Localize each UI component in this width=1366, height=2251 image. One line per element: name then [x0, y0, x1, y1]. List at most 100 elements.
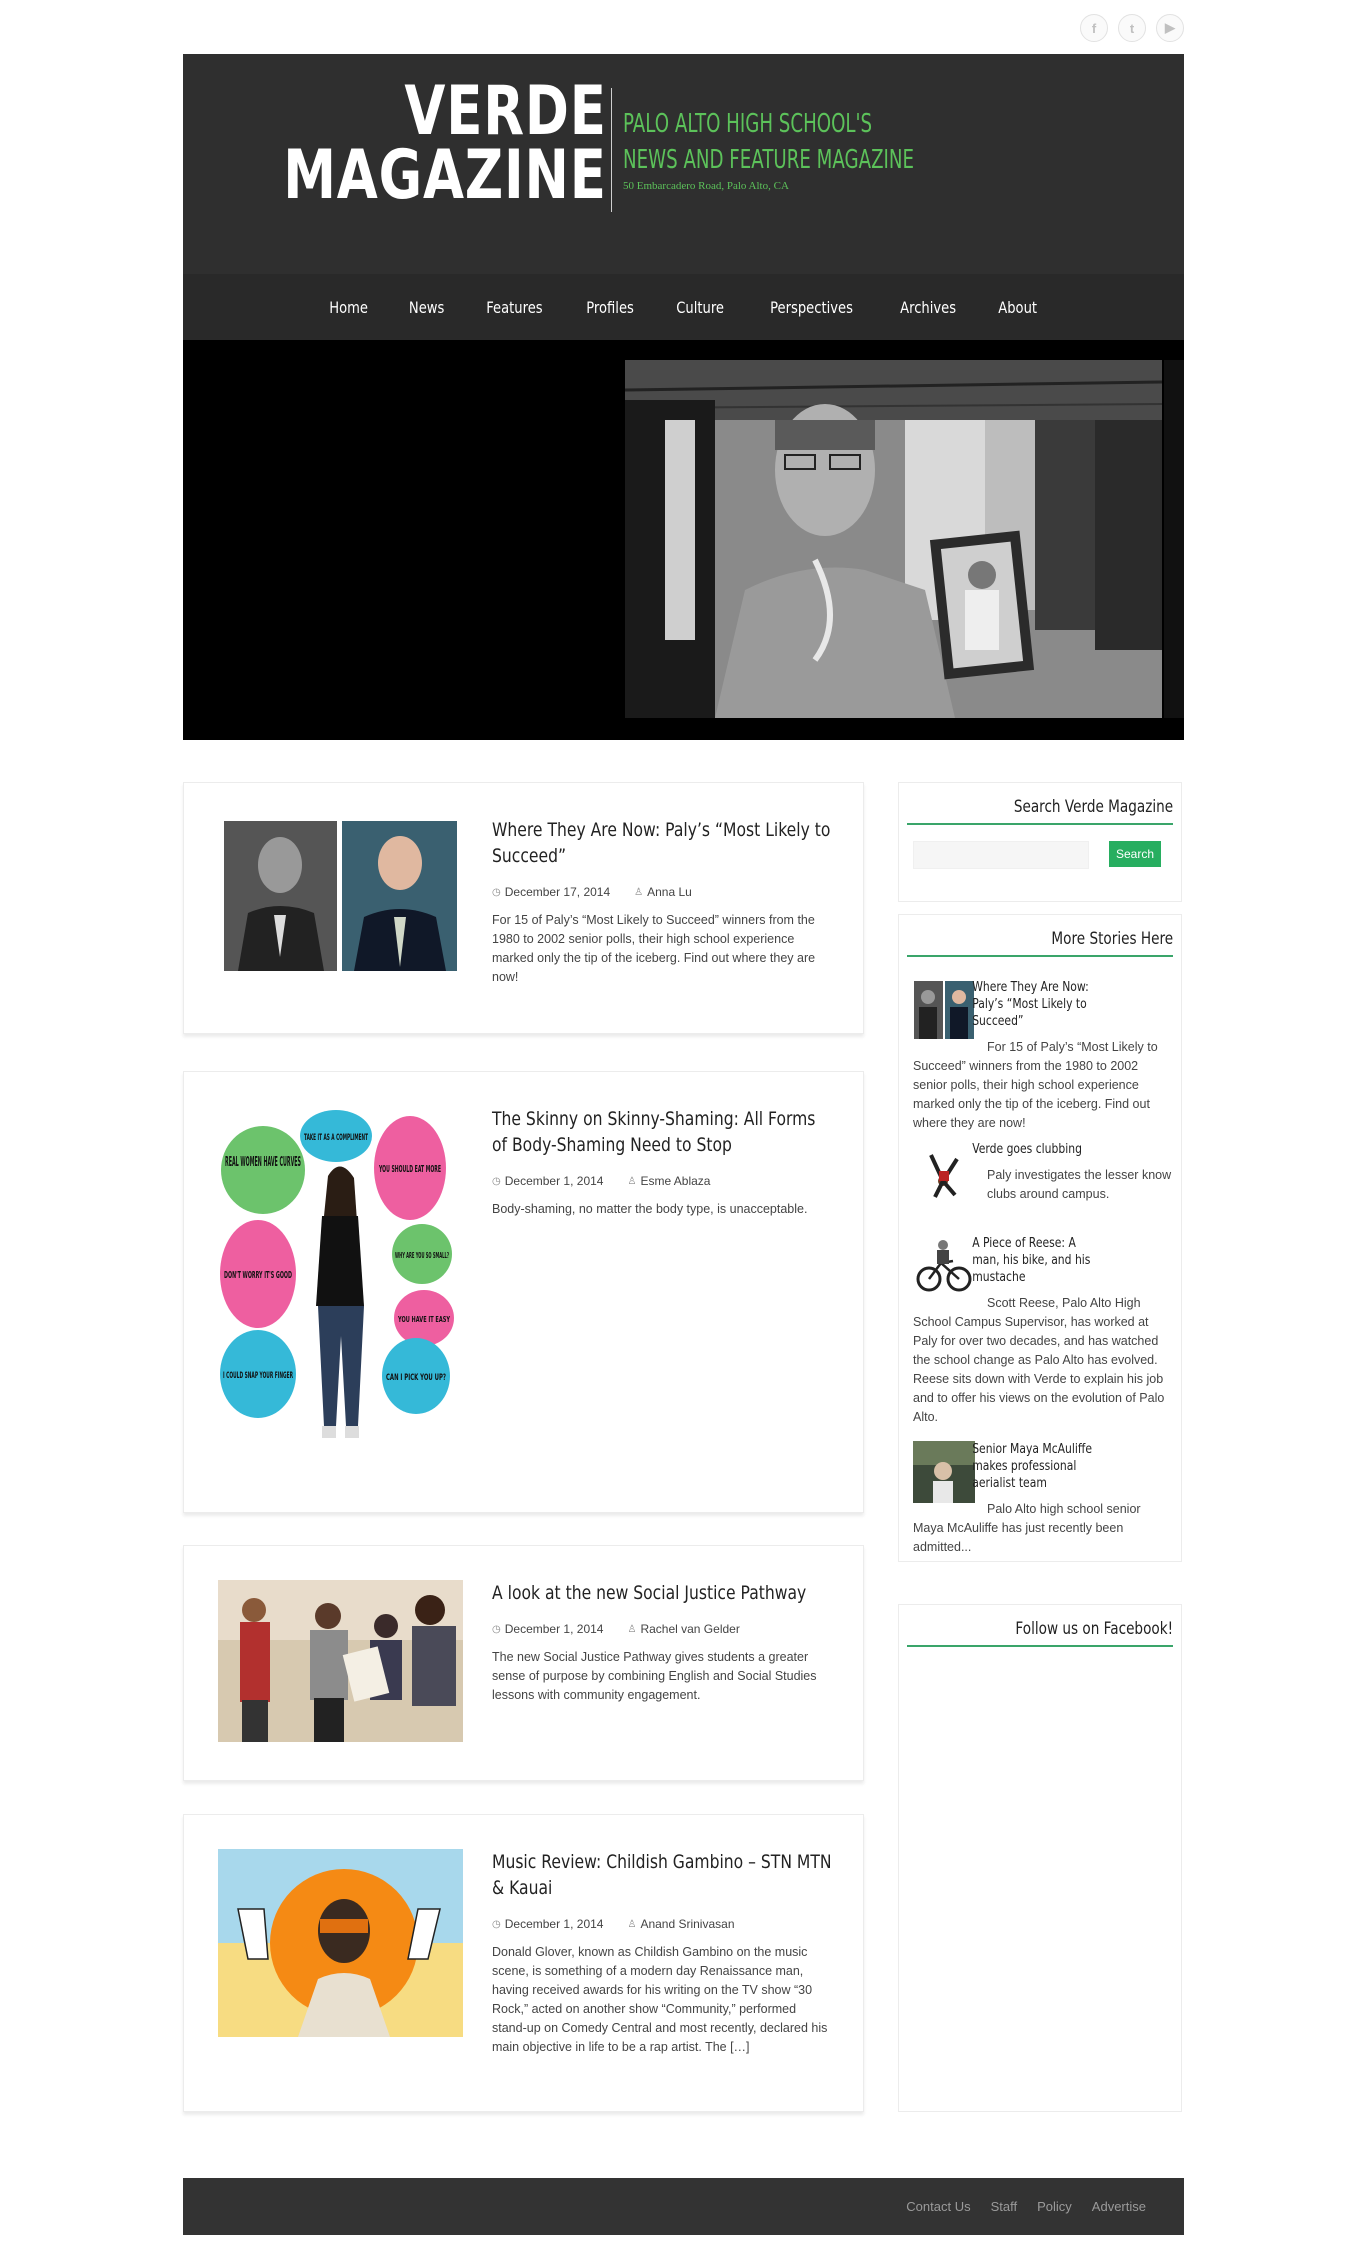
- article-body: A look at the new Social Justice Pathway…: [492, 1580, 832, 1705]
- nav-profiles[interactable]: Profiles: [573, 298, 647, 317]
- footer-contact-link[interactable]: Contact Us: [906, 2199, 970, 2214]
- story-title[interactable]: A Piece of Reese: A man, his bike, and h…: [913, 1235, 1101, 1286]
- author-icon: ♙: [627, 1918, 637, 1930]
- bubble-text: CAN I PICK YOU UP?: [386, 1373, 446, 1383]
- article-title[interactable]: Where They Are Now: Paly’s “Most Likely …: [492, 817, 832, 869]
- article-excerpt: Body-shaming, no matter the body type, i…: [492, 1202, 808, 1216]
- story-excerpt: Scott Reese, Palo Alto High School Campu…: [913, 1296, 1165, 1424]
- nav-news[interactable]: News: [395, 298, 457, 317]
- list-item: Where They Are Now: Paly’s “Most Likely …: [913, 979, 1173, 1133]
- logo-divider: [611, 88, 612, 212]
- nav-home[interactable]: Home: [317, 298, 382, 317]
- article-author[interactable]: ♙ Esme Ablaza: [627, 1174, 710, 1188]
- date-text: December 1, 2014: [504, 1917, 604, 1931]
- date-text: December 1, 2014: [504, 1622, 604, 1636]
- search-button[interactable]: Search: [1109, 841, 1161, 867]
- article-card: Where They Are Now: Paly’s “Most Likely …: [183, 782, 864, 1034]
- nav-perspectives[interactable]: Perspectives: [757, 298, 866, 317]
- article-body: The Skinny on Skinny-Shaming: All Forms …: [492, 1106, 832, 1219]
- article-card: A look at the new Social Justice Pathway…: [183, 1545, 864, 1781]
- article-date: ◷ December 1, 2014: [492, 1622, 603, 1636]
- nav-culture[interactable]: Culture: [663, 298, 737, 317]
- bubble-text: YOU HAVE IT EASY: [397, 1315, 450, 1324]
- date-text: December 17, 2014: [504, 885, 611, 899]
- article-thumbnail[interactable]: [218, 1849, 463, 2037]
- article-date: ◷ December 17, 2014: [492, 885, 610, 899]
- author-text: Anna Lu: [647, 885, 692, 899]
- widget-title: More Stories Here: [907, 929, 1173, 957]
- author-icon: ♙: [634, 886, 644, 898]
- widget-title-text: Search Verde Magazine: [1013, 797, 1173, 817]
- clock-icon: ◷: [492, 886, 501, 898]
- nav-features[interactable]: Features: [473, 298, 556, 317]
- author-text: Esme Ablaza: [640, 1174, 711, 1188]
- footer-staff-link[interactable]: Staff: [991, 2199, 1018, 2214]
- logo-tagline: PALO ALTO HIGH SCHOOL'S NEWS AND FEATURE…: [623, 106, 914, 178]
- article-author[interactable]: ♙ Rachel van Gelder: [627, 1622, 739, 1636]
- article-thumbnail[interactable]: REAL WOMEN HAVE CURVES TAKE IT AS A COMP…: [218, 1106, 463, 1458]
- article-thumbnail[interactable]: [218, 1580, 463, 1742]
- list-item: Senior Maya McAuliffe makes professional…: [913, 1441, 1173, 1557]
- twitter-icon[interactable]: t: [1118, 14, 1146, 42]
- facebook-widget: Follow us on Facebook!: [898, 1604, 1182, 2112]
- widget-title-text: More Stories Here: [1051, 929, 1173, 949]
- story-excerpt: For 15 of Paly’s “Most Likely to Succeed…: [913, 1040, 1158, 1130]
- clock-icon: ◷: [492, 1175, 501, 1187]
- article-date: ◷ December 1, 2014: [492, 1174, 603, 1188]
- date-text: December 1, 2014: [504, 1174, 604, 1188]
- more-stories-widget: More Stories Here Where They Are Now: Pa…: [898, 914, 1182, 1562]
- footer-advertise-link[interactable]: Advertise: [1092, 2199, 1146, 2214]
- nav-about[interactable]: About: [985, 298, 1050, 317]
- article-title[interactable]: The Skinny on Skinny-Shaming: All Forms …: [492, 1106, 832, 1158]
- article-meta: ◷ December 17, 2014 ♙ Anna Lu: [492, 885, 832, 899]
- author-text: Rachel van Gelder: [640, 1622, 740, 1636]
- article-author[interactable]: ♙ Anand Srinivasan: [627, 1917, 734, 1931]
- article-card: REAL WOMEN HAVE CURVES TAKE IT AS A COMP…: [183, 1071, 864, 1513]
- hero-image[interactable]: [625, 360, 1162, 718]
- story-title[interactable]: Where They Are Now: Paly’s “Most Likely …: [913, 979, 1101, 1030]
- author-icon: ♙: [627, 1175, 637, 1187]
- story-title[interactable]: Verde goes clubbing: [913, 1141, 1101, 1158]
- search-input[interactable]: [913, 841, 1089, 869]
- facebook-icon[interactable]: f: [1080, 14, 1108, 42]
- nav-archives[interactable]: Archives: [887, 298, 969, 317]
- bubble-text: DON'T WORRY IT'S GOOD: [224, 1270, 292, 1281]
- article-body: Music Review: Childish Gambino – STN MTN…: [492, 1849, 832, 2057]
- story-title[interactable]: Senior Maya McAuliffe makes professional…: [913, 1441, 1101, 1492]
- youtube-icon[interactable]: ▶: [1156, 14, 1184, 42]
- site-footer: Contact Us Staff Policy Advertise: [183, 2178, 1184, 2235]
- article-excerpt: For 15 of Paly’s “Most Likely to Succeed…: [492, 913, 816, 984]
- site-header: VERDE MAGAZINE PALO ALTO HIGH SCHOOL'S N…: [183, 54, 1184, 274]
- article-body: Where They Are Now: Paly’s “Most Likely …: [492, 817, 832, 987]
- article-date: ◷ December 1, 2014: [492, 1917, 603, 1931]
- bubble-text: TAKE IT AS A COMPLIMENT: [304, 1133, 368, 1143]
- main-nav: Home News Features Profiles Culture Pers…: [183, 274, 1184, 340]
- article-title[interactable]: Music Review: Childish Gambino – STN MTN…: [492, 1849, 832, 1901]
- logo-line-1: VERDE: [404, 72, 607, 151]
- bubble-text: REAL WOMEN HAVE CURVES: [225, 1155, 301, 1170]
- tagline-line-2: NEWS AND FEATURE MAGAZINE: [623, 145, 915, 175]
- clock-icon: ◷: [492, 1918, 501, 1930]
- search-widget: Search Verde Magazine Search: [898, 782, 1182, 902]
- author-icon: ♙: [627, 1623, 637, 1635]
- bubble-text: YOU SHOULD EAT MORE: [379, 1164, 442, 1175]
- list-item: A Piece of Reese: A man, his bike, and h…: [913, 1235, 1173, 1427]
- hero-slider: [183, 340, 1184, 740]
- article-excerpt: Donald Glover, known as Childish Gambino…: [492, 1945, 828, 2054]
- story-excerpt: Palo Alto high school senior Maya McAuli…: [913, 1502, 1141, 1554]
- author-text: Anand Srinivasan: [640, 1917, 735, 1931]
- widget-title: Search Verde Magazine: [907, 797, 1173, 825]
- article-title[interactable]: A look at the new Social Justice Pathway: [492, 1580, 832, 1606]
- footer-policy-link[interactable]: Policy: [1037, 2199, 1072, 2214]
- article-excerpt: The new Social Justice Pathway gives stu…: [492, 1650, 817, 1702]
- list-item: Verde goes clubbing Paly investigates th…: [913, 1141, 1173, 1207]
- clock-icon: ◷: [492, 1623, 501, 1635]
- bubble-text: WHY ARE YOU SO SMALL?: [395, 1251, 449, 1260]
- article-author[interactable]: ♙ Anna Lu: [634, 885, 692, 899]
- logo-wordmark: VERDE MAGAZINE: [284, 72, 607, 210]
- tagline-line-1: PALO ALTO HIGH SCHOOL'S: [623, 109, 873, 139]
- bubble-text: I COULD SNAP YOUR FINGER: [223, 1371, 293, 1381]
- site-logo[interactable]: VERDE MAGAZINE PALO ALTO HIGH SCHOOL'S N…: [284, 78, 914, 220]
- widget-title: Follow us on Facebook!: [907, 1619, 1173, 1647]
- article-thumbnail[interactable]: [218, 817, 463, 975]
